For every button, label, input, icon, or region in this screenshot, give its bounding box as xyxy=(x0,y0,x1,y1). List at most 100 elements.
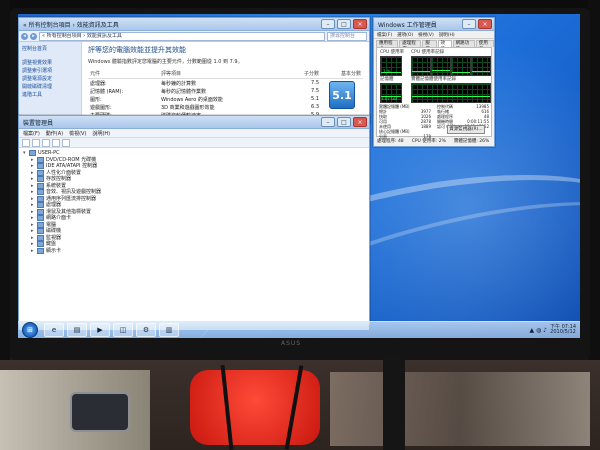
menu-view[interactable]: 檢視(V) xyxy=(69,130,86,137)
devm-title: 裝置管理員 xyxy=(23,119,54,127)
device-icon xyxy=(37,156,44,163)
tab-processes[interactable]: 處理程序 xyxy=(399,40,422,52)
clock[interactable]: 下午 07:14 2010/5/12 xyxy=(550,324,576,336)
device-icon xyxy=(37,247,44,254)
device-icon xyxy=(37,169,44,176)
system-tray: ▲ ◍ ♪ 下午 07:14 2010/5/12 xyxy=(530,324,581,336)
devm-titlebar[interactable]: 裝置管理員 – □ × xyxy=(19,116,369,129)
stat-value: 178 xyxy=(423,134,431,139)
sidebar-link-visual[interactable]: 調整視覺效果 xyxy=(22,59,78,67)
taskmgr-icon[interactable]: ▥ xyxy=(159,323,179,337)
sidebar-link-advanced[interactable]: 進階工具 xyxy=(22,91,78,99)
row-item: 每秒的記憶體作業數 xyxy=(160,88,206,95)
tray-icons[interactable]: ▲ ◍ ♪ xyxy=(530,327,548,334)
minimize-button[interactable]: – xyxy=(462,19,476,29)
maximize-button[interactable]: □ xyxy=(337,19,351,29)
cpanel-icon[interactable]: ◫ xyxy=(113,323,133,337)
tree-item[interactable]: ▸ 顯示卡 xyxy=(23,248,365,255)
cpu-history-graph-4 xyxy=(471,56,491,76)
cpu-history-graph-1 xyxy=(411,56,431,76)
col-item: 評等項目 xyxy=(158,68,285,79)
tab-networking[interactable]: 網路功能 xyxy=(452,40,475,52)
forward-icon[interactable]: ▸ xyxy=(30,32,37,40)
perf-title: « 所有控制台項目 › 效能資訊及工具 xyxy=(23,21,119,29)
row-score: 7.5 xyxy=(311,80,319,86)
start-button[interactable]: ⊞ xyxy=(22,322,38,338)
photo-scene: ASUS « 所有控制台項目 › 效能資訊及工具 – □ × ◂ ▸ « 所有控… xyxy=(0,0,600,450)
back-button[interactable] xyxy=(22,138,30,147)
perf-titlebar[interactable]: « 所有控制台項目 › 效能資訊及工具 – □ × xyxy=(19,18,369,31)
menu-options[interactable]: 選項(O) xyxy=(397,32,413,38)
devm-menubar: 檔案(F) 動作(A) 檢視(V) 說明(H) xyxy=(19,129,369,138)
resource-monitor-button[interactable]: 資源監視器(R)... xyxy=(447,125,485,134)
media-player-icon[interactable]: ▶ xyxy=(90,323,110,337)
mem-history-label: 實體記憶體使用率記錄 xyxy=(411,77,456,82)
menu-view[interactable]: 檢視(V) xyxy=(418,32,434,38)
ie-icon[interactable]: e xyxy=(44,323,64,337)
devmgr-icon[interactable]: ⚙ xyxy=(136,323,156,337)
monitor-brand: ASUS xyxy=(281,340,302,347)
stat-row: 分頁 178 xyxy=(379,134,431,139)
sidebar-link-power[interactable]: 調整電源設定 xyxy=(22,75,78,83)
address-field[interactable]: « 所有控制台項目 › 效能資訊及工具 xyxy=(39,31,325,41)
expand-icon[interactable]: ▸ xyxy=(31,248,36,255)
close-button[interactable]: × xyxy=(353,117,367,127)
perf-addressbar: ◂ ▸ « 所有控制台項目 › 效能資訊及工具 搜尋控制台 xyxy=(19,31,369,42)
help-button[interactable] xyxy=(52,138,60,147)
task-manager-window[interactable]: Windows 工作管理員 – × 檔案(F) 選項(O) 檢視(V) 說明(H… xyxy=(373,17,495,147)
menu-file[interactable]: 檔案(F) xyxy=(23,130,40,137)
col-basescore: 基本分數 xyxy=(321,68,363,79)
row-score: 6.3 xyxy=(311,104,319,110)
cpu-history-label: CPU 使用率記錄 xyxy=(411,50,445,55)
taskbar-icons: e ▤ ▶ ◫ ⚙ ▥ xyxy=(44,323,179,337)
device-icon xyxy=(37,189,44,196)
row-score: 5.1 xyxy=(311,96,319,102)
stat-label: 分頁 xyxy=(379,134,387,139)
taskm-titlebar[interactable]: Windows 工作管理員 – × xyxy=(374,18,494,31)
forward-button[interactable] xyxy=(32,138,40,147)
col-component: 元件 xyxy=(88,68,159,79)
device-icon xyxy=(37,234,44,241)
stat-value: 1889 xyxy=(420,124,431,129)
tab-users[interactable]: 使用者 xyxy=(475,40,494,52)
minimize-button[interactable]: – xyxy=(321,117,335,127)
sidebar-link-index[interactable]: 調整索引選項 xyxy=(22,67,78,75)
maximize-button[interactable]: □ xyxy=(337,117,351,127)
cpu-history-graph-3 xyxy=(451,56,471,76)
menu-help[interactable]: 說明(H) xyxy=(92,130,110,137)
cpu-label: CPU 使用率 xyxy=(380,50,405,55)
clock-date: 2010/5/12 xyxy=(550,329,576,335)
perf-description: Windows 體驗指數評定您電腦的主要元件，分數範圍從 1.0 到 7.9。 xyxy=(88,59,243,65)
back-icon[interactable]: ◂ xyxy=(21,32,28,40)
perf-content: 評等您的電腦效能並提升其效能 Windows 體驗指數評定您電腦的主要元件，分數… xyxy=(82,42,369,122)
minimize-button[interactable]: – xyxy=(321,19,335,29)
search-input[interactable]: 搜尋控制台 xyxy=(327,31,367,41)
properties-button[interactable] xyxy=(42,138,50,147)
sidebar-link-home[interactable]: 控制台首頁 xyxy=(22,45,78,53)
row-component: 圖形: xyxy=(90,96,102,103)
device-manager-window[interactable]: 裝置管理員 – □ × 檔案(F) 動作(A) 檢視(V) 說明(H) ▾ US… xyxy=(18,115,370,330)
menu-help[interactable]: 說明(H) xyxy=(439,32,455,38)
sidebar-link-cleanup[interactable]: 開啟磁碟清理 xyxy=(22,83,78,91)
menu-file[interactable]: 檔案(F) xyxy=(377,32,392,38)
tab-performance[interactable]: 效能 xyxy=(437,40,452,52)
col-subscore: 子分數 xyxy=(284,68,321,79)
device-icon xyxy=(37,228,44,235)
taskm-tabs: 應用程式 處理程序 服務 效能 網路功能 使用者 xyxy=(374,39,494,52)
collapse-icon[interactable]: ▾ xyxy=(23,150,28,157)
scan-button[interactable] xyxy=(62,138,70,147)
tab-applications[interactable]: 應用程式 xyxy=(376,40,399,52)
performance-panel: CPU 使用率 CPU 使用率記錄 2 % 記憶體 實體記憶體使用率記錄 1.0… xyxy=(376,47,492,139)
row-component: 記憶體 (RAM): xyxy=(90,88,124,95)
device-icon xyxy=(37,202,44,209)
mem-value: 1.07 GB xyxy=(381,96,398,101)
row-item: Windows Aero 的桌面效能 xyxy=(160,96,223,103)
device-icon xyxy=(37,182,44,189)
perf-heading: 評等您的電腦效能並提升其效能 xyxy=(88,46,186,54)
menu-action[interactable]: 動作(A) xyxy=(46,130,63,137)
performance-window[interactable]: « 所有控制台項目 › 效能資訊及工具 – □ × ◂ ▸ « 所有控制台項目 … xyxy=(18,17,370,123)
explorer-icon[interactable]: ▤ xyxy=(67,323,87,337)
close-button[interactable]: × xyxy=(478,19,492,29)
tab-services[interactable]: 服務 xyxy=(422,40,437,52)
close-button[interactable]: × xyxy=(353,19,367,29)
